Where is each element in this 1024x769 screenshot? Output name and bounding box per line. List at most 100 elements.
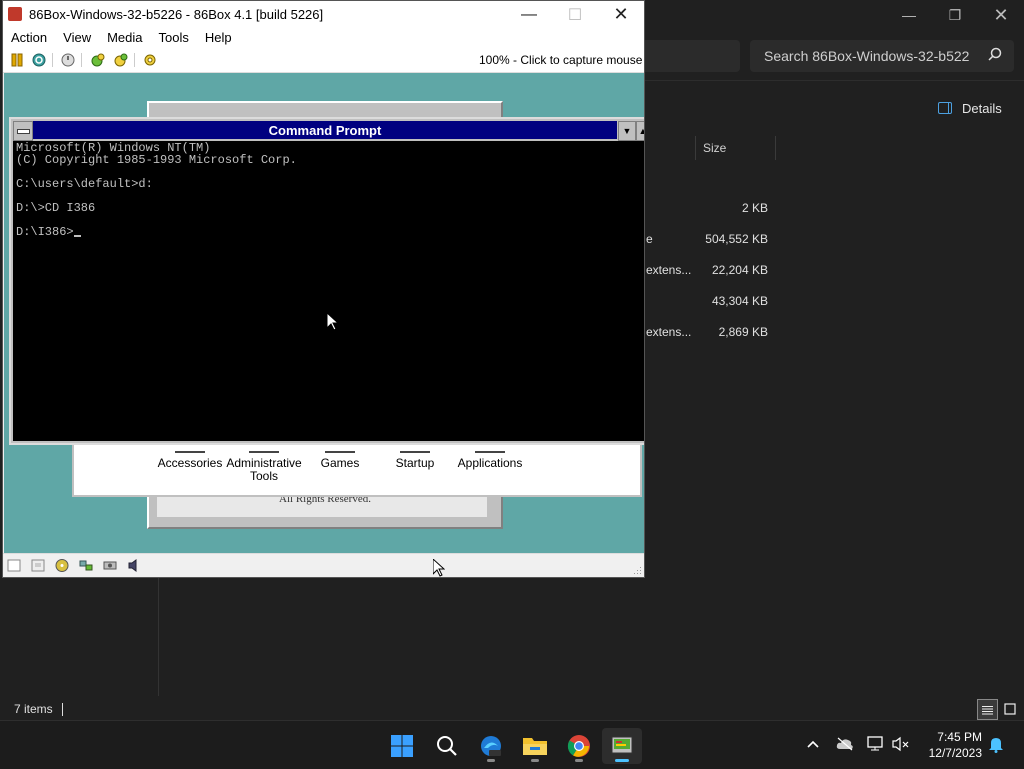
nav-pane-divider[interactable] [158,576,159,696]
file-row[interactable]: 2 KB [643,201,773,221]
search-button[interactable] [427,728,467,764]
notification-bell-icon[interactable] [987,735,1005,753]
emulator-titlebar[interactable]: 86Box-Windows-32-b5226 - 86Box 4.1 [buil… [3,1,644,28]
group-accessories[interactable]: Accessories [150,443,230,470]
command-prompt-window: Command Prompt ▼ ▲ Microsoft(R) Windows … [9,117,644,445]
file-type: extens... [646,263,692,277]
file-row[interactable]: extens... 2,869 KB [643,325,773,345]
windows-logo-icon [391,735,413,757]
capture-status: 100% - Click to capture mouse [479,53,643,67]
chrome-button[interactable] [559,728,599,764]
group-applications[interactable]: Applications [450,443,530,470]
edge-icon [481,736,501,756]
column-header-size[interactable]: Size [703,141,726,155]
minimize-button[interactable]: — [886,0,932,30]
console-output[interactable]: Microsoft(R) Windows NT(TM) (C) Copyrigh… [13,141,644,441]
network-icon[interactable] [79,559,93,572]
group-startup[interactable]: Startup [375,443,455,470]
console-line: C:\users\default>d: [16,177,153,191]
close-button[interactable]: ✕ [598,1,644,28]
group-administrative-tools[interactable]: Administrative Tools [224,443,304,483]
cdrom-icon[interactable] [55,559,69,572]
details-pane-icon [938,102,952,114]
maximize-button[interactable]: ▲ [636,121,644,141]
toolbar-separator [52,53,53,67]
ctrl-alt-del-icon[interactable] [32,53,46,67]
group-label: Startup [395,456,435,470]
clock-date[interactable]: 12/7/2023 [918,746,982,760]
sound-icon[interactable] [127,559,141,572]
menu-bar: Action View Media Tools Help [3,28,644,48]
menu-view[interactable]: View [55,28,99,48]
toolbar-separator [81,53,82,67]
chevron-up-icon[interactable] [804,735,822,753]
text-cursor [73,235,81,237]
onedrive-offline-icon[interactable] [836,735,854,753]
floppy-icon[interactable] [7,559,21,572]
display-icon[interactable] [867,735,885,753]
explorer-titlebar: — ❐ ✕ [643,0,1024,30]
floppy-b-icon[interactable] [31,559,45,572]
item-count: 7 items [14,702,63,716]
details-label: Details [962,100,1002,116]
menu-tools[interactable]: Tools [151,28,197,48]
search-box[interactable]: Search 86Box-Windows-32-b5226 [750,40,1014,72]
group-label: Applications [457,456,523,470]
command-prompt-title[interactable]: Command Prompt [33,121,617,139]
group-label: Administrative Tools [226,456,302,483]
group-games[interactable]: Games [300,443,380,470]
86box-taskbar-button[interactable] [602,728,642,764]
resize-grip-icon[interactable] [634,567,642,575]
file-size: 504,552 KB [705,232,768,246]
hard-reset-icon[interactable] [91,53,105,67]
file-size: 2 KB [741,201,768,215]
file-row[interactable]: extens... 22,204 KB [643,263,773,283]
console-line: (C) Copyright 1985-1993 Microsoft Corp. [16,153,297,167]
file-type: e [646,232,653,246]
active-indicator [615,759,629,762]
search-icon[interactable] [988,47,1002,64]
menu-action[interactable]: Action [3,28,55,48]
search-icon [437,736,457,756]
file-row[interactable]: e 504,552 KB [643,232,773,252]
mouse-pointer-icon [327,313,339,331]
file-row[interactable]: 43,304 KB [643,294,773,314]
system-menu-button[interactable] [13,121,33,141]
file-size: 22,204 KB [711,263,768,277]
column-divider[interactable] [695,136,696,160]
pause-icon[interactable] [10,53,24,67]
chrome-icon [567,735,590,757]
details-pane-button[interactable]: Details [938,98,1002,118]
86box-icon [611,736,633,754]
settings-icon[interactable] [114,53,128,67]
restore-button[interactable]: ❐ [932,0,978,30]
close-button[interactable]: ✕ [978,0,1024,30]
file-type: extens... [646,325,692,339]
edge-preview-button[interactable] [471,728,511,764]
menu-help[interactable]: Help [197,28,240,48]
search-placeholder: Search 86Box-Windows-32-b5226 [764,48,970,64]
console-prompt[interactable]: D:\I386> [16,226,81,238]
file-explorer-button[interactable] [515,728,555,764]
column-divider[interactable] [775,136,776,160]
power-icon[interactable] [61,53,75,67]
large-icons-view-button[interactable] [1000,699,1019,718]
emulated-display[interactable]: All Rights Reserved. Accessories Adminis… [4,73,644,553]
minimize-button[interactable]: ▼ [618,121,636,141]
maximize-button[interactable]: ☐ [552,1,598,28]
emulator-window: 86Box-Windows-32-b5226 - 86Box 4.1 [buil… [2,0,645,578]
large-icons-view-icon [1003,702,1016,715]
details-view-button[interactable] [977,699,998,720]
minimize-button[interactable]: — [506,1,552,28]
menu-media[interactable]: Media [99,28,150,48]
taskbar: 7:45 PM 12/7/2023 [0,720,1024,769]
gear-icon[interactable] [143,53,157,67]
clock-time[interactable]: 7:45 PM [922,730,982,744]
86box-logo-icon [8,7,22,21]
group-label: Accessories [157,456,223,470]
start-button[interactable] [382,728,422,764]
address-bar[interactable] [643,40,740,72]
emulator-statusbar [3,553,644,577]
hard-disk-icon[interactable] [103,559,117,572]
volume-muted-icon[interactable] [892,735,910,753]
